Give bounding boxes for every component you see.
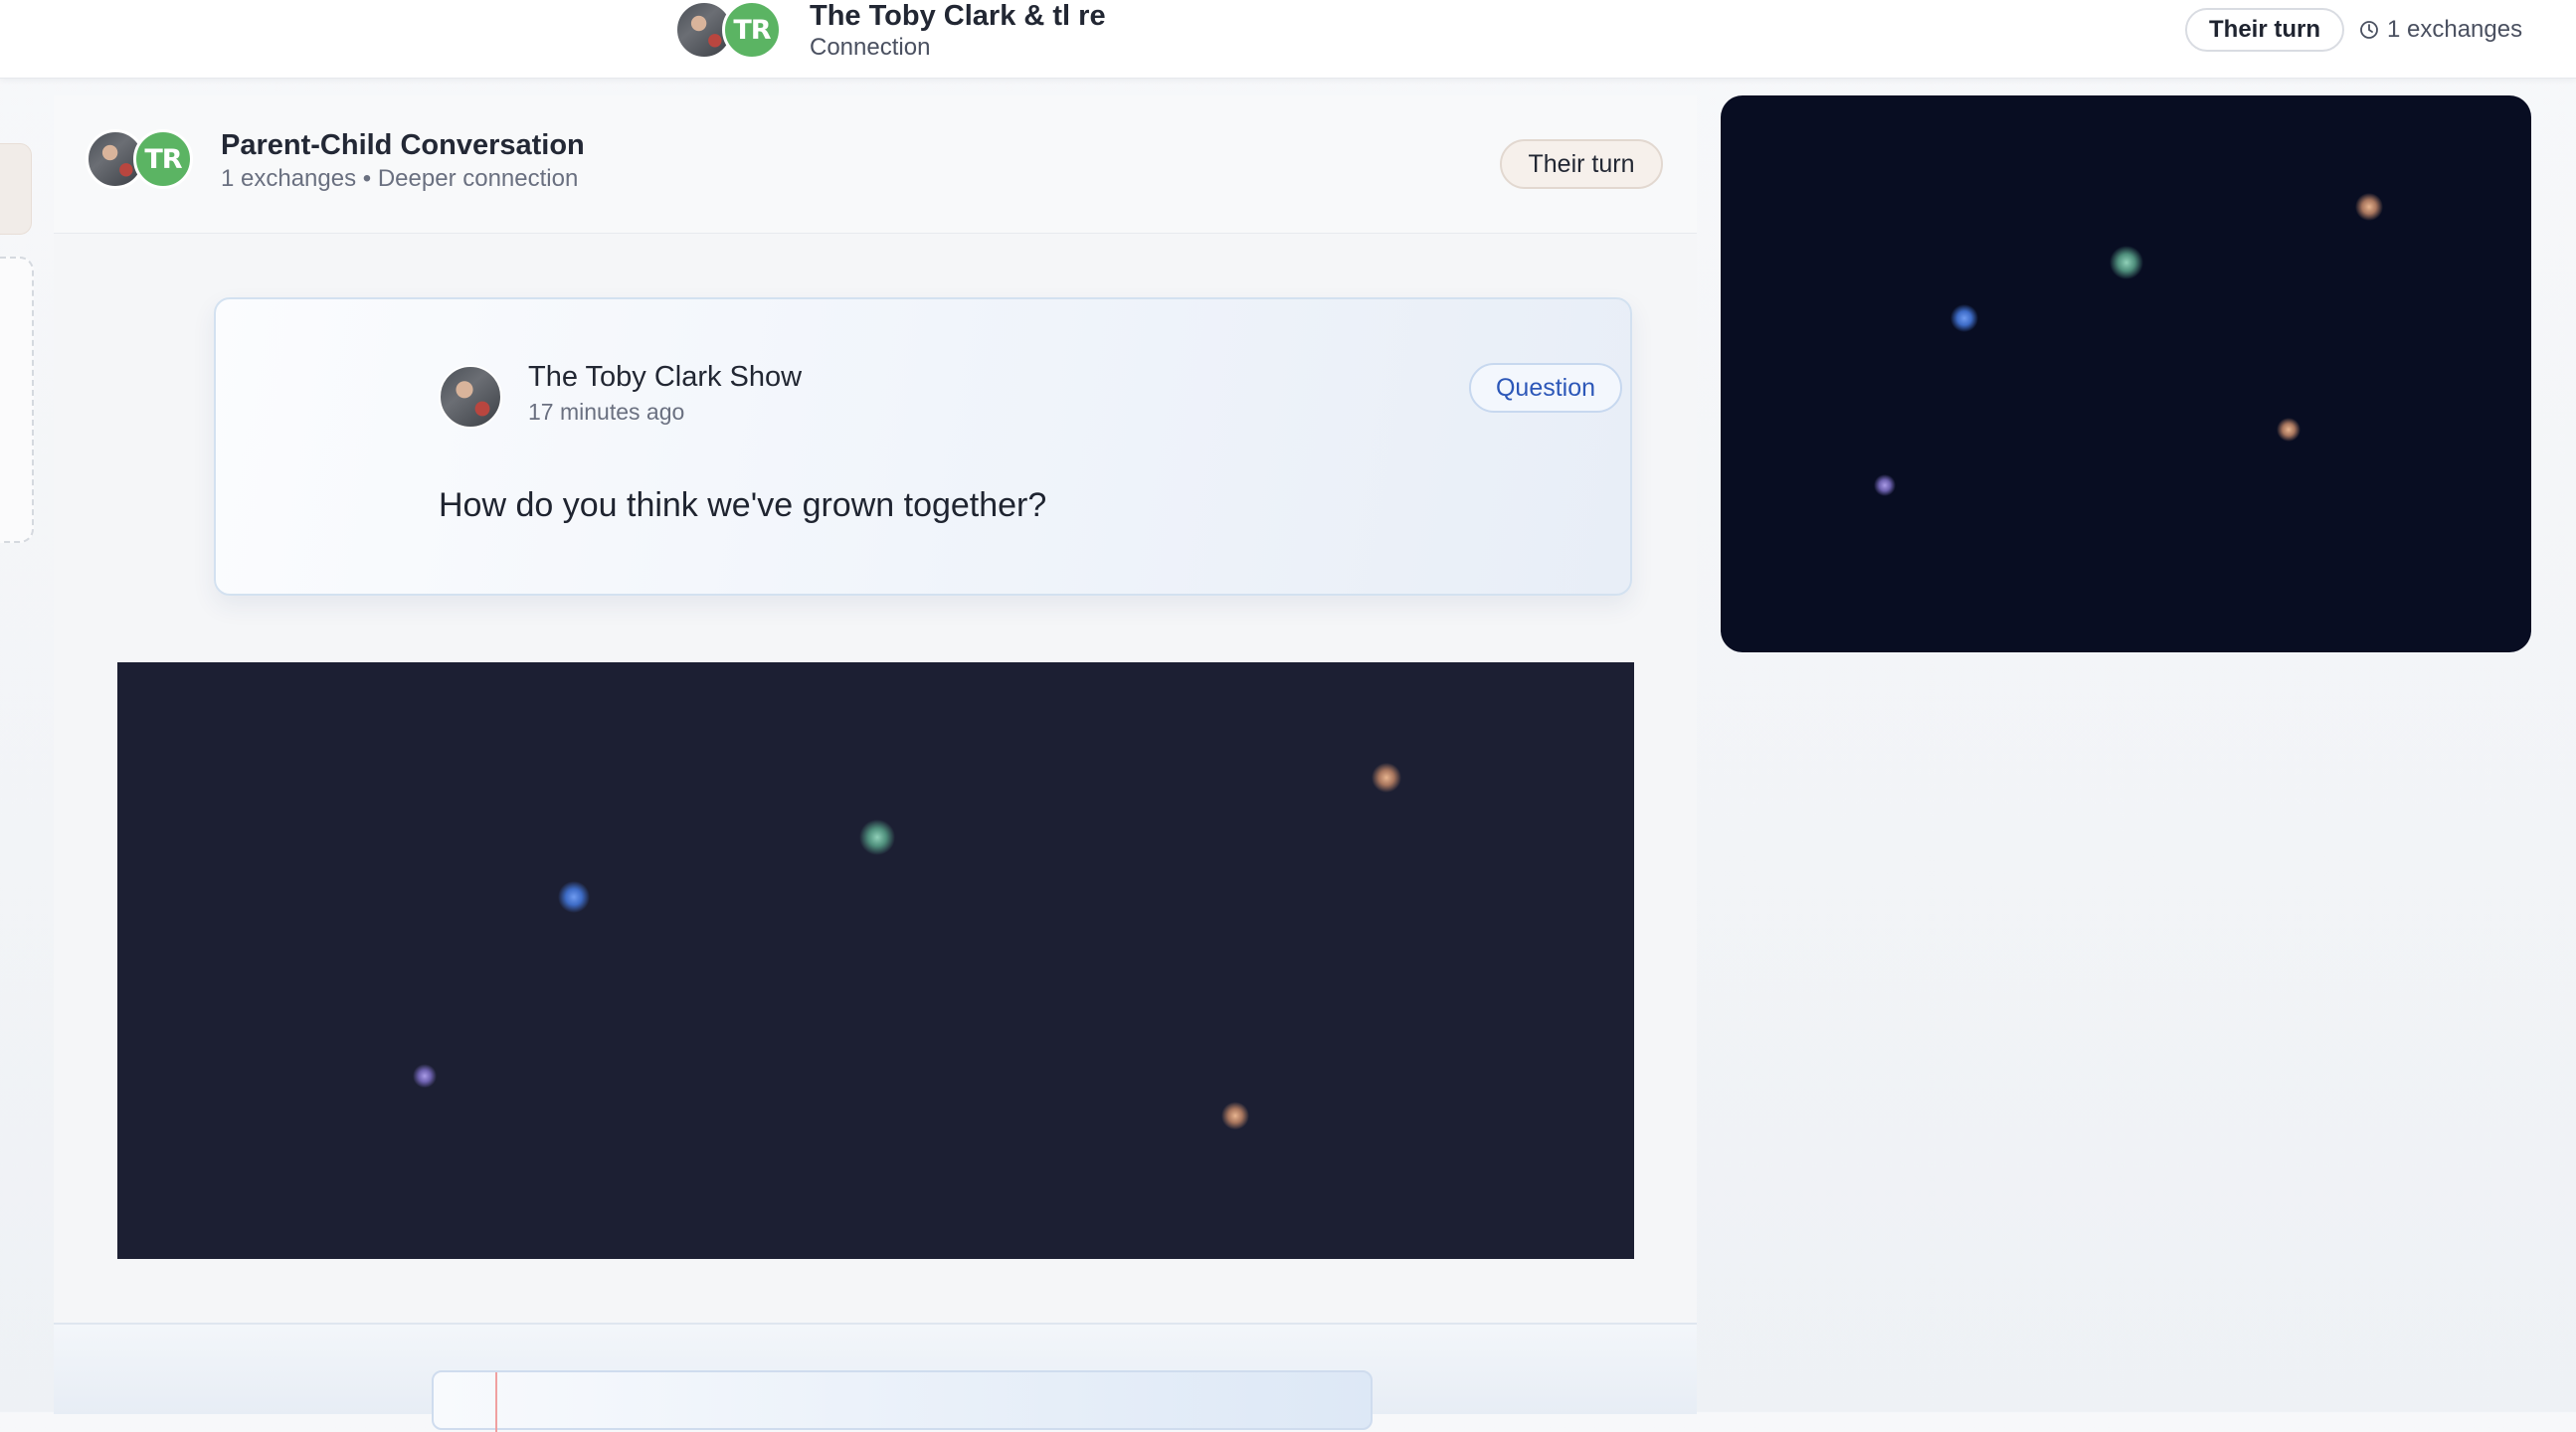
star: [413, 1064, 437, 1088]
star: [1221, 1102, 1249, 1130]
child-avatar-initials: TR: [133, 129, 193, 189]
conversation-panel: TR Parent-Child Conversation 1 exchanges…: [54, 95, 1697, 1432]
side-drop-panel[interactable]: [0, 257, 34, 543]
exchanges-count: 1 exchanges: [2359, 12, 2522, 48]
message-card: The Toby Clark Show 17 minutes ago Quest…: [214, 297, 1632, 596]
star: [2277, 418, 2300, 442]
exchanges-label: 1 exchanges: [2387, 16, 2523, 43]
star: [1372, 763, 1401, 793]
preview-stars: [1874, 193, 2383, 496]
message-author: The Toby Clark Show: [528, 361, 803, 393]
star: [1950, 304, 1978, 332]
conversation-turn-badge[interactable]: Their turn: [1500, 139, 1663, 189]
message-time: 17 minutes ago: [528, 399, 685, 425]
connection-title: The Toby Clark & tl re: [810, 0, 1106, 32]
user-avatar-initials: TR: [722, 0, 782, 60]
next-card-preview[interactable]: [432, 1370, 1373, 1432]
question-tag: Question: [1469, 363, 1622, 413]
star: [558, 881, 590, 913]
star: [1874, 474, 1896, 496]
top-bar: TR The Toby Clark & tl re Connection The…: [0, 0, 2576, 79]
starfield-preview: [1721, 95, 2531, 652]
conversation-header: TR Parent-Child Conversation 1 exchanges…: [54, 95, 1697, 234]
message-text: How do you think we've grown together?: [439, 486, 1047, 524]
connection-subtitle: Connection: [810, 34, 931, 61]
conversation-meta: 1 exchanges • Deeper connection: [221, 165, 579, 192]
starfield-stars: [413, 763, 1401, 1130]
clock-icon: [2360, 21, 2378, 39]
side-tab[interactable]: [0, 143, 32, 235]
text-cursor-line: [495, 1372, 497, 1432]
star: [2110, 246, 2143, 279]
composer-strip: [54, 1323, 1697, 1432]
author-avatar: [439, 365, 502, 429]
conversation-title: Parent-Child Conversation: [221, 129, 585, 161]
star: [859, 819, 895, 855]
their-turn-badge[interactable]: Their turn: [2185, 8, 2344, 52]
star: [2355, 193, 2383, 221]
starfield-canvas: [117, 662, 1634, 1259]
